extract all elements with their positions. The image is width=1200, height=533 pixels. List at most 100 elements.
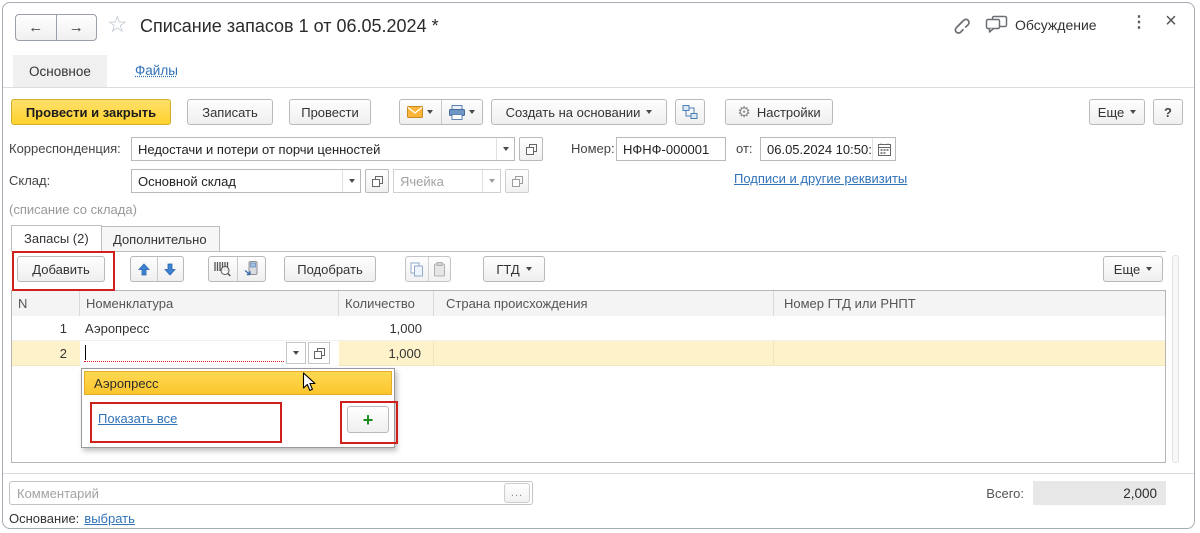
table-more-button[interactable]: Еще bbox=[1103, 256, 1163, 282]
gear-icon: ⚙ bbox=[737, 105, 750, 120]
post-and-close-button[interactable]: Провести и закрыть bbox=[11, 99, 171, 125]
print-button[interactable] bbox=[442, 100, 483, 124]
related-documents-button[interactable] bbox=[675, 99, 705, 125]
date-input[interactable]: 06.05.2024 10:50:21 bbox=[760, 137, 896, 161]
cell-combobox[interactable]: Ячейка bbox=[393, 169, 501, 193]
number-input[interactable]: НФНФ-000001 bbox=[616, 137, 726, 161]
add-button[interactable]: Добавить bbox=[17, 256, 105, 282]
back-icon: ← bbox=[28, 19, 43, 36]
tab-main[interactable]: Основное bbox=[13, 55, 107, 87]
comment-placeholder: Комментарий bbox=[10, 486, 504, 501]
page-title: Списание запасов 1 от 06.05.2024 * bbox=[140, 16, 439, 37]
number-label: Номер: bbox=[571, 141, 615, 156]
forward-button[interactable]: → bbox=[57, 15, 97, 40]
show-all-link[interactable]: Показать все bbox=[98, 411, 177, 426]
column-header-country[interactable]: Страна происхождения bbox=[434, 291, 774, 316]
discussion-button[interactable]: Обсуждение bbox=[985, 13, 1097, 37]
dropdown-caret-icon bbox=[469, 110, 475, 114]
open-icon bbox=[314, 348, 325, 359]
move-group bbox=[130, 256, 184, 282]
settings-button[interactable]: ⚙ Настройки bbox=[725, 99, 833, 125]
save-button[interactable]: Записать bbox=[187, 99, 273, 125]
discussion-label: Обсуждение bbox=[1015, 17, 1097, 33]
nomenclature-cell: Аэропресс bbox=[80, 316, 339, 341]
move-up-button[interactable] bbox=[131, 257, 158, 281]
comment-input[interactable]: Комментарий ... bbox=[9, 481, 533, 505]
pick-button[interactable]: Подобрать bbox=[284, 256, 376, 282]
spellcheck-underline bbox=[84, 361, 284, 362]
mail-print-group bbox=[399, 99, 483, 125]
kebab-menu-icon: ⋮ bbox=[1131, 14, 1147, 31]
dropdown-caret-icon[interactable] bbox=[496, 138, 514, 160]
table-row-selected[interactable]: 2 1,000 bbox=[12, 341, 1165, 366]
dropdown-item-aeropress[interactable]: Аэропресс bbox=[84, 371, 392, 395]
help-icon: ? bbox=[1164, 105, 1172, 120]
column-header-nomenclature[interactable]: Номенклатура bbox=[80, 291, 339, 316]
header-divider bbox=[3, 87, 1194, 88]
dropdown-caret-icon[interactable] bbox=[342, 170, 360, 192]
dropdown-caret-icon bbox=[427, 110, 433, 114]
print-icon bbox=[449, 105, 465, 120]
total-label: Всего: bbox=[958, 486, 1024, 501]
copy-rows-button[interactable] bbox=[406, 257, 429, 281]
mouse-cursor bbox=[302, 372, 317, 393]
warehouse-combobox[interactable]: Основной склад bbox=[131, 169, 361, 193]
tab-files[interactable]: Файлы bbox=[135, 63, 178, 78]
nomenclature-dropdown: Аэропресс Показать все + bbox=[81, 368, 395, 448]
calendar-button[interactable] bbox=[872, 138, 895, 160]
nomenclature-editor[interactable] bbox=[80, 341, 339, 366]
cell-open-button[interactable] bbox=[505, 169, 529, 193]
close-icon: × bbox=[1165, 10, 1177, 32]
nav-history-group: ← → bbox=[15, 14, 97, 41]
warehouse-label: Склад: bbox=[9, 173, 50, 188]
dropdown-caret-icon[interactable] bbox=[482, 170, 500, 192]
basis-row: Основание: выбрать bbox=[9, 511, 135, 526]
open-icon bbox=[512, 176, 523, 187]
total-value: 2,000 bbox=[1033, 481, 1166, 505]
calendar-icon bbox=[878, 143, 891, 156]
up-arrow-icon bbox=[138, 263, 150, 276]
correspondence-label: Корреспонденция: bbox=[9, 141, 121, 156]
add-new-item-button[interactable]: + bbox=[347, 406, 389, 433]
column-header-quantity[interactable]: Количество bbox=[339, 291, 434, 316]
column-header-n[interactable]: N bbox=[12, 291, 80, 316]
gtd-cell bbox=[774, 316, 1165, 341]
create-based-on-button[interactable]: Создать на основании bbox=[491, 99, 667, 125]
table-row[interactable]: 1 Аэропресс 1,000 bbox=[12, 316, 1165, 341]
gtd-button[interactable]: ГТД bbox=[483, 256, 545, 282]
barcode-icon bbox=[214, 261, 231, 277]
tab-stock[interactable]: Запасы (2) bbox=[11, 225, 102, 252]
paste-rows-button[interactable] bbox=[429, 257, 451, 281]
back-button[interactable]: ← bbox=[16, 15, 57, 40]
cell-dropdown-button[interactable] bbox=[286, 342, 306, 364]
cell-open-button[interactable] bbox=[308, 342, 330, 364]
table-scrollbar[interactable] bbox=[1172, 255, 1179, 463]
plus-icon: + bbox=[363, 411, 374, 429]
scanner-group bbox=[208, 256, 266, 282]
copy-link-button[interactable] bbox=[949, 13, 973, 37]
more-button[interactable]: Еще bbox=[1089, 99, 1145, 125]
tab-additional[interactable]: Дополнительно bbox=[100, 226, 220, 252]
move-down-button[interactable] bbox=[158, 257, 184, 281]
data-terminal-button[interactable] bbox=[238, 257, 266, 281]
basis-link[interactable]: выбрать bbox=[84, 511, 135, 526]
correspondence-open-button[interactable] bbox=[519, 137, 543, 161]
signatures-link[interactable]: Подписи и другие реквизиты bbox=[734, 171, 907, 186]
terminal-icon bbox=[244, 261, 258, 277]
column-header-gtd[interactable]: Номер ГТД или РНПТ bbox=[774, 291, 1165, 316]
favorite-star-icon[interactable]: ☆ bbox=[107, 11, 128, 38]
correspondence-combobox[interactable]: Недостачи и потери от порчи ценностей bbox=[131, 137, 515, 161]
barcode-search-button[interactable] bbox=[209, 257, 238, 281]
warehouse-open-button[interactable] bbox=[365, 169, 389, 193]
post-button[interactable]: Провести bbox=[289, 99, 371, 125]
writeoff-note: (списание со склада) bbox=[9, 202, 137, 217]
dropdown-caret-icon bbox=[1146, 267, 1152, 271]
window-menu-button[interactable]: ⋮ bbox=[1129, 12, 1149, 36]
clipboard-group bbox=[405, 256, 451, 282]
down-arrow-icon bbox=[164, 263, 176, 276]
send-mail-button[interactable] bbox=[400, 100, 442, 124]
close-button[interactable]: × bbox=[1160, 10, 1182, 34]
comment-more-button[interactable]: ... bbox=[504, 483, 530, 503]
help-button[interactable]: ? bbox=[1153, 99, 1183, 125]
footer-divider bbox=[3, 473, 1194, 474]
